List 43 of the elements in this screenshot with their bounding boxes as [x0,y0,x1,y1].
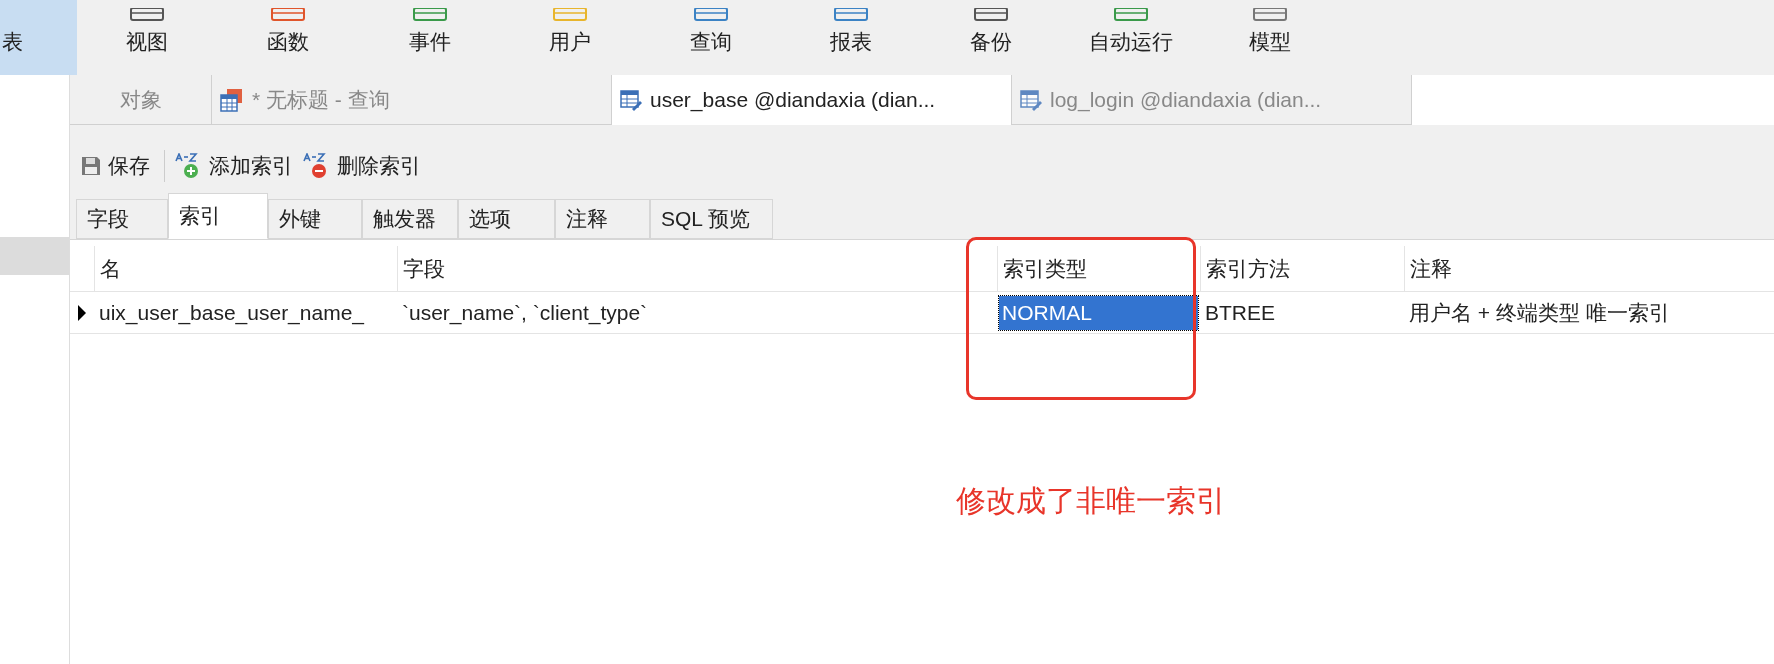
ribbon-button[interactable]: 视图 [77,0,217,75]
query-grid-icon [220,87,244,112]
ribbon-button[interactable]: 函数 [217,0,359,75]
sidebar-item[interactable] [0,237,69,275]
column-header[interactable]: 索引类型 [997,246,1200,291]
toolbar-icon [1111,8,1151,22]
column-header[interactable]: 索引方法 [1200,246,1404,291]
ribbon-button[interactable]: 自动运行 [1061,0,1201,75]
toolbar-button[interactable]: 添加索引 [175,150,293,182]
ribbon-button[interactable]: 报表 [781,0,921,75]
tab[interactable]: 注释 [555,199,650,239]
toolbar-icon [268,8,308,22]
tab[interactable]: 字段 [76,199,168,239]
tab[interactable]: 触发器 [362,199,458,239]
ribbon-button[interactable]: 事件 [359,0,500,75]
table-cell[interactable]: NORMAL [999,295,1198,330]
column-header[interactable]: 字段 [397,246,997,291]
table-edit-icon [620,89,642,111]
toolbar-icon [1250,8,1290,22]
ribbon-button[interactable]: 表 [0,0,77,75]
ribbon-button[interactable]: 查询 [640,0,781,75]
toolbar-icon [127,8,167,22]
ribbon-button[interactable]: 备份 [921,0,1061,75]
tab[interactable]: 外键 [268,199,362,239]
toolbar-icon [971,8,1011,22]
toolbar-button[interactable]: 删除索引 [303,150,421,182]
table-edit-icon [1020,88,1042,111]
column-header[interactable]: 名 [94,246,397,291]
toolbar-icon [831,8,871,22]
column-header[interactable]: 注释 [1404,246,1774,291]
table-cell[interactable]: BTREE [1202,296,1278,329]
tab[interactable]: SQL 预览 [650,199,773,239]
table-cell[interactable]: uix_user_base_user_name_ [96,296,367,329]
annotation-note: 修改成了非唯一索引 [956,483,1226,519]
tab[interactable]: 索引 [168,193,268,239]
table-cell[interactable]: `user_name`, `client_type` [399,296,651,329]
table-cell[interactable]: 用户名 + 终端类型 唯一索引 [1406,296,1673,329]
ribbon-button[interactable]: 模型 [1201,0,1339,75]
tab[interactable]: 选项 [458,199,555,239]
save-icon [80,155,102,177]
toolbar-button[interactable]: 保存 [80,150,150,182]
ribbon-button[interactable]: 用户 [500,0,640,75]
toolbar-icon [550,8,590,22]
